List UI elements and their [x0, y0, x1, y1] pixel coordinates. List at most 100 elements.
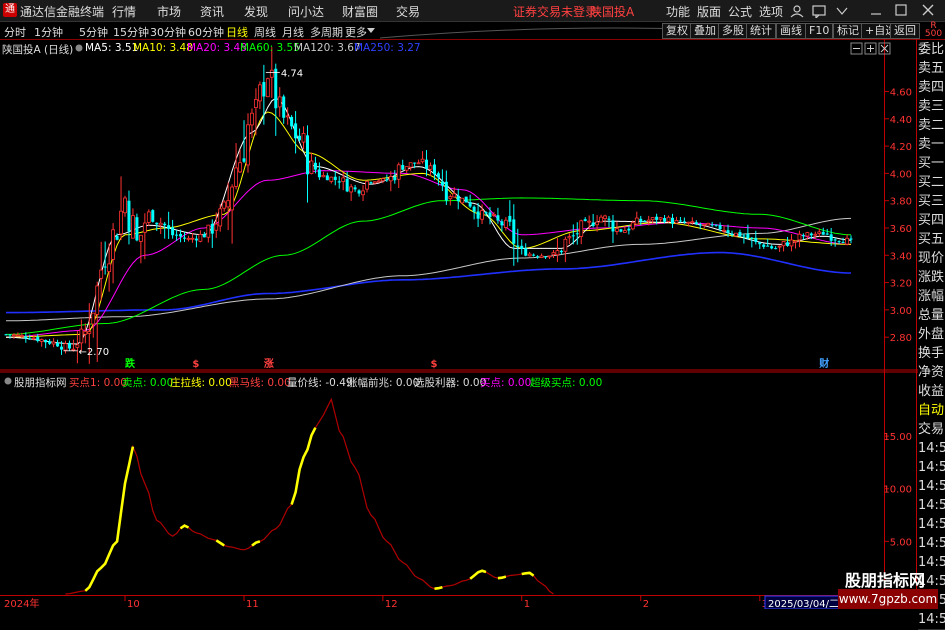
sidebar-field[interactable]: 净资 — [918, 363, 945, 383]
candle-body — [95, 285, 100, 315]
period-intraday[interactable]: 分时 — [4, 24, 26, 40]
sidebar-field[interactable]: 交易 — [918, 420, 945, 440]
sidebar-field[interactable]: 卖二 — [918, 116, 945, 136]
candle — [218, 204, 223, 232]
sidebar-field[interactable]: 自动 — [918, 401, 945, 421]
period-more[interactable]: 更多 — [345, 24, 367, 40]
candle — [583, 217, 587, 222]
candle-body — [758, 242, 762, 245]
menu-item-layout[interactable]: 版面 — [697, 3, 721, 20]
watermark-url: www.7gpzb.com — [838, 589, 938, 609]
sidebar-field[interactable]: 卖四 — [918, 78, 945, 98]
candle-body — [508, 215, 512, 222]
period-15min[interactable]: 15分钟 — [113, 24, 149, 40]
sidebar-field[interactable]: 14:56 — [918, 515, 945, 535]
adjust-button[interactable]: 复权 — [662, 23, 692, 39]
sidebar-field[interactable]: 14:56 — [918, 496, 945, 516]
dealer-line-segment — [215, 539, 225, 547]
sidebar-field[interactable]: 换手 — [918, 344, 945, 364]
candle-body — [801, 235, 805, 237]
candle-body — [202, 234, 206, 238]
candle — [559, 249, 563, 255]
sidebar-field[interactable]: 现价 — [918, 249, 945, 269]
menu-item-function[interactable]: 功能 — [666, 3, 690, 20]
maximize-icon[interactable] — [895, 4, 907, 16]
sidebar-field[interactable]: 买二 — [918, 173, 945, 193]
menu-item-ask-xiaoda[interactable]: 问小达 — [288, 3, 324, 20]
minimize-icon[interactable] — [870, 4, 882, 16]
candle-body — [242, 158, 246, 162]
candle-body — [615, 228, 619, 232]
back-button[interactable]: 返回 — [890, 23, 920, 39]
dropdown-icon[interactable] — [836, 6, 848, 16]
menu-item-formula[interactable]: 公式 — [728, 3, 752, 20]
message-icon[interactable] — [812, 4, 826, 18]
period-1min[interactable]: 1分钟 — [34, 24, 63, 40]
candle-body — [317, 169, 321, 178]
overlay-button[interactable]: 叠加 — [690, 23, 720, 39]
sidebar-field[interactable]: 涨幅 — [918, 287, 945, 307]
menu-item-trade[interactable]: 交易 — [396, 3, 420, 20]
candle — [555, 238, 560, 263]
menu-item-news[interactable]: 资讯 — [200, 3, 224, 20]
user-icon[interactable] — [790, 4, 804, 18]
sidebar-field[interactable]: 卖一 — [918, 135, 945, 155]
multi-stock-button[interactable]: 多股 — [718, 23, 748, 39]
candle-body — [31, 337, 36, 340]
period-daily[interactable]: 日线 — [226, 24, 248, 40]
legend-sell-point: 卖点: 0.00 — [122, 377, 174, 389]
sidebar-field[interactable]: 14:56 — [918, 439, 945, 459]
sidebar-field[interactable]: 卖五 — [918, 59, 945, 79]
sidebar-field[interactable]: 卖三 — [918, 97, 945, 117]
candle-body — [706, 222, 711, 226]
sidebar-field[interactable]: 14:56 — [918, 610, 945, 630]
period-monthly[interactable]: 月线 — [282, 24, 304, 40]
statistics-button[interactable]: 统计 — [746, 23, 776, 39]
candle — [222, 200, 227, 212]
candle-body — [829, 234, 833, 241]
legend-toggle-icon[interactable] — [75, 44, 83, 52]
menu-item-wealth-circle[interactable]: 财富圈 — [342, 3, 378, 20]
event-marker: $ — [192, 359, 199, 370]
period-weekly[interactable]: 周线 — [254, 24, 276, 40]
period-toolbar: 分时 1分钟 5分钟 15分钟 30分钟 60分钟 日线 周线 月线 多周期 更… — [0, 22, 945, 40]
period-60min[interactable]: 60分钟 — [188, 24, 224, 40]
close-icon[interactable] — [922, 4, 934, 16]
period-5min[interactable]: 5分钟 — [79, 24, 108, 40]
sidebar-field[interactable]: 涨跌 — [918, 268, 945, 288]
chart-canvas[interactable]: 4.74 ←2.70 跌 $ 涨 $ 财 4.60 4.40 4.20 4.00 3.80 3.60 3… — [0, 39, 945, 609]
menu-item-quotes[interactable]: 行情 — [112, 3, 136, 20]
sidebar-field[interactable]: 14:56 — [918, 534, 945, 554]
sidebar-field[interactable]: 买一 — [918, 154, 945, 174]
candle-body — [825, 233, 829, 235]
sidebar-field[interactable]: 总量 — [918, 306, 945, 326]
f10-button[interactable]: F10 — [805, 23, 834, 39]
more-chevron-icon[interactable] — [367, 28, 375, 34]
menu-item-options[interactable]: 选项 — [759, 3, 783, 20]
sidebar-field[interactable]: 委比 — [918, 40, 945, 60]
sidebar-field[interactable]: 买五 — [918, 230, 945, 250]
candle — [48, 338, 52, 346]
xtick-label: 2025/03/04/二 — [768, 599, 839, 609]
legend-ma60-label: MA60: 3.55 — [240, 42, 300, 54]
candle-body — [527, 253, 532, 257]
trade-login-status[interactable]: 证券交易未登录 — [513, 3, 597, 20]
sidebar-field[interactable]: 14:56 — [918, 477, 945, 497]
menu-item-market[interactable]: 市场 — [157, 3, 181, 20]
sidebar-field[interactable]: 外盘 — [918, 325, 945, 345]
candle-body — [357, 190, 361, 194]
candle-body — [67, 342, 71, 349]
sidebar-field[interactable]: 14:56 — [918, 458, 945, 478]
sidebar-field[interactable]: 收益 — [918, 382, 945, 402]
menu-item-discover[interactable]: 发现 — [244, 3, 268, 20]
legend-dark-horse-line: 黑马线: 0.00 — [229, 377, 291, 389]
candle — [420, 151, 425, 164]
mark-button[interactable]: 标记 — [833, 23, 863, 39]
indicator-toggle-icon[interactable] — [4, 377, 12, 385]
sidebar-field[interactable]: 买三 — [918, 192, 945, 212]
dealer-line-segment — [521, 571, 535, 577]
period-30min[interactable]: 30分钟 — [150, 24, 186, 40]
draw-line-button[interactable]: 画线 — [776, 23, 806, 39]
period-multi[interactable]: 多周期 — [310, 24, 343, 40]
sidebar-field[interactable]: 买四 — [918, 211, 945, 231]
